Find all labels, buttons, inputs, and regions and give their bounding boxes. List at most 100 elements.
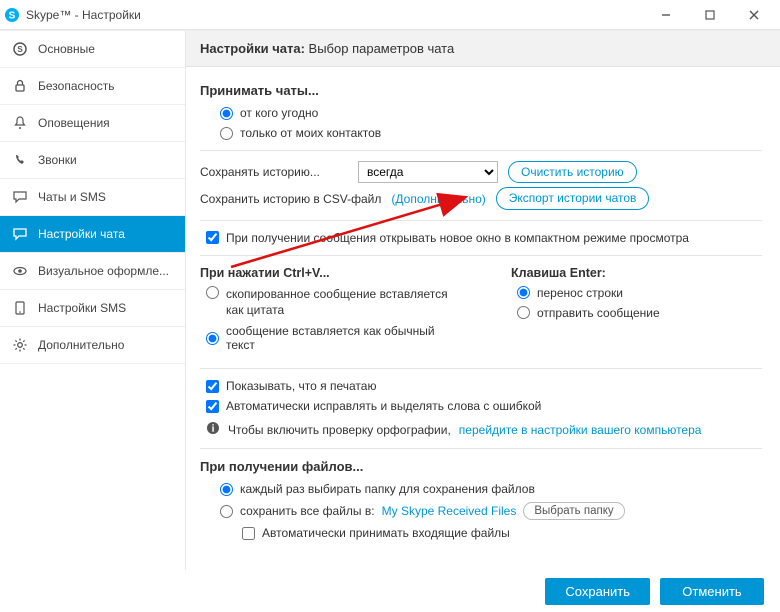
page-header: Настройки чата: Выбор параметров чата [186, 31, 780, 67]
sidebar-item-label: Основные [38, 42, 95, 56]
sidebar-item-label: Визуальное оформле... [38, 264, 169, 278]
sidebar-item-chats-sms[interactable]: Чаты и SMS [0, 179, 185, 216]
radio-label: скопированное сообщение вставляется как … [226, 286, 451, 318]
radio-ctrlv-quote[interactable]: скопированное сообщение вставляется как … [206, 286, 451, 318]
accept-chats-title: Принимать чаты... [200, 83, 762, 98]
radio-label: отправить сообщение [537, 306, 660, 320]
enter-title: Клавиша Enter: [511, 266, 762, 280]
ctrlv-title: При нажатии Ctrl+V... [200, 266, 451, 280]
radio-label: сообщение вставляется как обычный текст [226, 324, 451, 352]
sidebar-item-sms-settings[interactable]: Настройки SMS [0, 290, 185, 327]
sidebar-item-label: Настройки SMS [38, 301, 126, 315]
check-label: Показывать, что я печатаю [226, 379, 376, 393]
radio-files-pick-input[interactable] [220, 483, 233, 496]
history-csv-label: Сохранить историю в CSV-файл [200, 192, 381, 206]
sidebar-item-label: Чаты и SMS [38, 190, 106, 204]
sidebar-item-notifications[interactable]: Оповещения [0, 105, 185, 142]
radio-accept-contacts[interactable]: только от моих контактов [220, 126, 762, 140]
spell-info-link[interactable]: перейдите в настройки вашего компьютера [459, 423, 702, 437]
sidebar-item-general[interactable]: S Основные [0, 31, 185, 68]
choose-folder-button[interactable]: Выбрать папку [523, 502, 624, 520]
window-title: Skype™ - Настройки [26, 8, 644, 22]
divider [200, 255, 762, 256]
minimize-button[interactable] [644, 1, 688, 29]
bell-icon [12, 115, 28, 131]
export-history-button[interactable]: Экспорт истории чатов [496, 187, 650, 209]
sms-icon [12, 300, 28, 316]
radio-label: сохранить все файлы в: [240, 504, 375, 518]
divider [200, 150, 762, 151]
chat-settings-icon [12, 226, 28, 242]
divider [200, 368, 762, 369]
clear-history-button[interactable]: Очистить историю [508, 161, 637, 183]
skype-icon: S [12, 41, 28, 57]
radio-label: от кого угодно [240, 106, 318, 120]
settings-scroll[interactable]: Принимать чаты... от кого угодно только … [186, 67, 780, 570]
autospell-checkbox[interactable] [206, 400, 219, 413]
chat-icon [12, 189, 28, 205]
radio-enter-newline[interactable]: перенос строки [517, 286, 762, 300]
radio-enter-send-input[interactable] [517, 306, 530, 319]
history-keep-label: Сохранять историю... [200, 165, 348, 179]
svg-text:S: S [9, 10, 16, 21]
radio-accept-anyone-input[interactable] [220, 107, 233, 120]
compact-view-check[interactable]: При получении сообщения открывать новое … [206, 231, 762, 245]
check-label: Автоматически исправлять и выделять слов… [226, 399, 541, 413]
radio-label: перенос строки [537, 286, 623, 300]
sidebar-item-label: Звонки [38, 153, 77, 167]
radio-files-folder[interactable]: сохранить все файлы в: My Skype Received… [220, 502, 762, 520]
page-header-title: Настройки чата: [200, 41, 305, 56]
cancel-button[interactable]: Отменить [660, 578, 764, 605]
sidebar-item-calls[interactable]: Звонки [0, 142, 185, 179]
dialog-footer: Сохранить Отменить [0, 570, 780, 612]
sidebar-item-label: Дополнительно [38, 338, 124, 352]
radio-ctrlv-quote-input[interactable] [206, 286, 219, 299]
history-csv-more-link[interactable]: (Дополнительно) [391, 192, 485, 206]
save-button[interactable]: Сохранить [545, 578, 650, 605]
auto-accept-files-check[interactable]: Автоматически принимать входящие файлы [242, 526, 762, 540]
sidebar-item-label: Настройки чата [38, 227, 125, 241]
maximize-button[interactable] [688, 1, 732, 29]
info-icon: i [206, 421, 220, 438]
sidebar-item-label: Безопасность [38, 79, 115, 93]
radio-label: каждый раз выбирать папку для сохранения… [240, 482, 535, 496]
spell-info-text: Чтобы включить проверку орфографии, [228, 423, 451, 437]
history-keep-select[interactable]: всегда [358, 161, 498, 183]
show-typing-check[interactable]: Показывать, что я печатаю [206, 379, 762, 393]
svg-text:S: S [17, 45, 23, 54]
check-label: При получении сообщения открывать новое … [226, 231, 689, 245]
lock-icon [12, 78, 28, 94]
divider [200, 448, 762, 449]
radio-files-folder-input[interactable] [220, 505, 233, 518]
radio-enter-newline-input[interactable] [517, 286, 530, 299]
sidebar-item-security[interactable]: Безопасность [0, 68, 185, 105]
eye-icon [12, 263, 28, 279]
svg-text:i: i [212, 424, 215, 435]
autospell-check[interactable]: Автоматически исправлять и выделять слов… [206, 399, 762, 413]
radio-accept-contacts-input[interactable] [220, 127, 233, 140]
skype-icon: S [4, 7, 20, 23]
check-label: Автоматически принимать входящие файлы [262, 526, 510, 540]
files-folder-link[interactable]: My Skype Received Files [382, 504, 517, 518]
show-typing-checkbox[interactable] [206, 380, 219, 393]
radio-enter-send[interactable]: отправить сообщение [517, 306, 762, 320]
sidebar-item-label: Оповещения [38, 116, 110, 130]
close-button[interactable] [732, 1, 776, 29]
radio-files-pick[interactable]: каждый раз выбирать папку для сохранения… [220, 482, 762, 496]
page-header-subtitle: Выбор параметров чата [309, 41, 455, 56]
phone-icon [12, 152, 28, 168]
radio-label: только от моих контактов [240, 126, 381, 140]
sidebar-item-advanced[interactable]: Дополнительно [0, 327, 185, 364]
auto-accept-files-checkbox[interactable] [242, 527, 255, 540]
radio-accept-anyone[interactable]: от кого угодно [220, 106, 762, 120]
radio-ctrlv-plain[interactable]: сообщение вставляется как обычный текст [206, 324, 451, 352]
sidebar: S Основные Безопасность Оповещения Звонк… [0, 31, 186, 570]
gear-icon [12, 337, 28, 353]
radio-ctrlv-plain-input[interactable] [206, 332, 219, 345]
divider [200, 220, 762, 221]
window-titlebar: S Skype™ - Настройки [0, 0, 780, 30]
files-title: При получении файлов... [200, 459, 762, 474]
sidebar-item-chat-settings[interactable]: Настройки чата [0, 216, 185, 253]
compact-view-checkbox[interactable] [206, 231, 219, 244]
sidebar-item-appearance[interactable]: Визуальное оформле... [0, 253, 185, 290]
